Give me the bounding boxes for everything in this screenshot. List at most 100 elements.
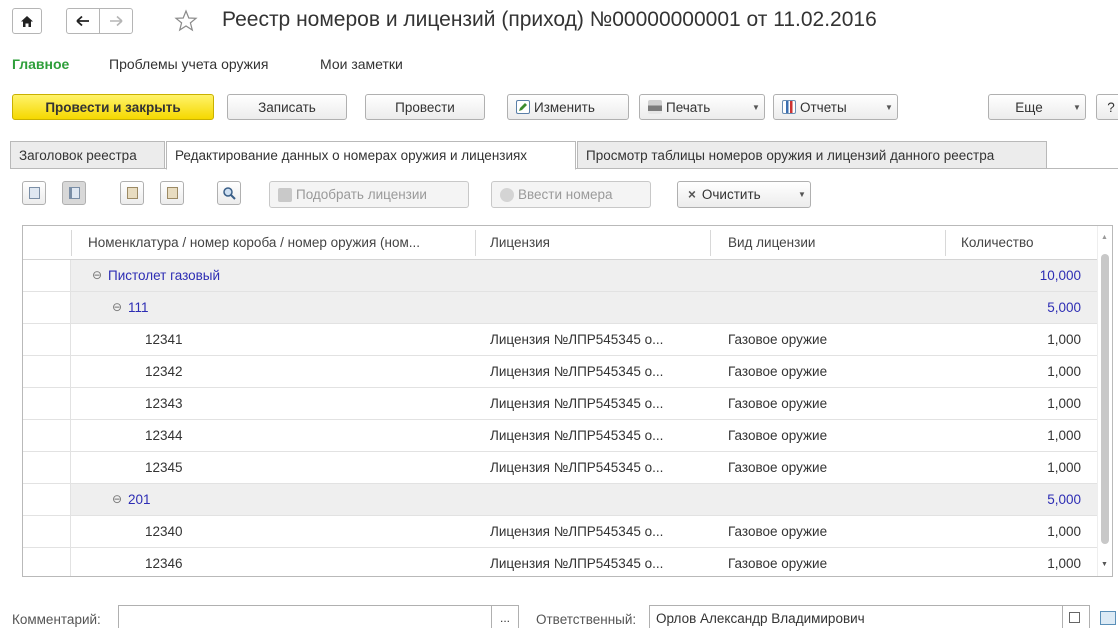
- weapon-number: 12341: [145, 332, 183, 347]
- home-icon: [21, 15, 33, 27]
- quantity-cell: 5,000: [1047, 492, 1081, 507]
- help-button[interactable]: ?: [1096, 94, 1118, 120]
- nav-my-notes[interactable]: Мои заметки: [320, 56, 403, 72]
- pick-licenses-button[interactable]: Подобрать лицензии: [269, 181, 469, 208]
- view-tree-button[interactable]: [62, 181, 86, 205]
- reports-button[interactable]: Отчеты ▼: [773, 94, 898, 120]
- print-button[interactable]: Печать ▼: [639, 94, 765, 120]
- column-header-license-type[interactable]: Вид лицензии: [728, 226, 928, 260]
- clear-button[interactable]: × Очистить ▼: [677, 181, 811, 208]
- view-list-button[interactable]: [22, 181, 46, 205]
- forward-arrow-icon: [110, 15, 123, 27]
- group-row[interactable]: ⊖ 111 5,000: [23, 292, 1098, 324]
- quantity-cell: 10,000: [1039, 268, 1081, 283]
- tab-label: Редактирование данных о номерах оружия и…: [175, 148, 528, 163]
- back-arrow-icon: [76, 15, 89, 27]
- page-title: Реестр номеров и лицензий (приход) №0000…: [222, 8, 877, 31]
- license-cell: [490, 260, 705, 291]
- table-row[interactable]: 12344 Лицензия №ЛПР545345 о... Газовое ору…: [23, 420, 1098, 452]
- license-cell: Лицензия №ЛПР545345 о...: [490, 332, 664, 347]
- nav-main[interactable]: Главное: [12, 56, 69, 72]
- collapse-toggle-icon[interactable]: ⊖: [112, 484, 122, 515]
- comment-history-icon[interactable]: [1100, 611, 1116, 625]
- scroll-down-icon[interactable]: ▼: [1101, 561, 1108, 568]
- report-chart-icon: [782, 100, 796, 114]
- group-name: Пистолет газовый: [108, 268, 221, 283]
- table-row[interactable]: 12345 Лицензия №ЛПР545345 о... Газовое ору…: [23, 452, 1098, 484]
- group-row[interactable]: ⊖ Пистолет газовый 10,000: [23, 260, 1098, 292]
- save-button[interactable]: Записать: [227, 94, 347, 120]
- favorite-star-button[interactable]: [174, 9, 198, 33]
- chevron-down-icon: ▼: [1073, 102, 1081, 112]
- post-button[interactable]: Провести: [365, 94, 485, 120]
- table-row[interactable]: 12343 Лицензия №ЛПР545345 о... Газовое ору…: [23, 388, 1098, 420]
- row-marker-cell: [23, 420, 71, 451]
- collapse-all-button[interactable]: [160, 181, 184, 205]
- column-header-quantity[interactable]: Количество: [961, 226, 1081, 260]
- column-header-nomenclature[interactable]: Номенклатура / номер короба / номер оруж…: [88, 226, 488, 260]
- table-row[interactable]: 12341 Лицензия №ЛПР545345 о... Газовое ору…: [23, 324, 1098, 356]
- quantity-cell: 1,000: [1047, 556, 1081, 571]
- table-row[interactable]: 12346 Лицензия №ЛПР545345 о... Газовое ору…: [23, 548, 1098, 576]
- post-label: Провести: [395, 99, 455, 115]
- group-name: 201: [128, 492, 151, 507]
- collapse-toggle-icon[interactable]: ⊖: [112, 292, 122, 323]
- tree-view-icon: [68, 187, 80, 199]
- row-marker-cell: [23, 388, 71, 419]
- vertical-scrollbar[interactable]: ▲ ▼: [1097, 226, 1112, 576]
- row-marker-cell: [23, 484, 71, 515]
- column-header-license[interactable]: Лицензия: [490, 226, 690, 260]
- magnifier-icon: [223, 187, 236, 200]
- license-type-cell: Газовое оружие: [728, 428, 828, 443]
- license-type-cell: Газовое оружие: [728, 556, 828, 571]
- tab-edit-numbers-licenses[interactable]: Редактирование данных о номерах оружия и…: [166, 141, 576, 170]
- license-cell: Лицензия №ЛПР545345 о...: [490, 460, 664, 475]
- quantity-cell: 5,000: [1047, 300, 1081, 315]
- collapse-toggle-icon[interactable]: ⊖: [92, 260, 102, 291]
- scrollbar-thumb[interactable]: [1101, 254, 1109, 544]
- responsible-open-button[interactable]: [1062, 605, 1090, 628]
- table-row[interactable]: 12340 Лицензия №ЛПР545345 о... Газовое ору…: [23, 516, 1098, 548]
- group-row[interactable]: ⊖ 201 5,000: [23, 484, 1098, 516]
- star-icon: [174, 9, 198, 32]
- table-row[interactable]: 12342 Лицензия №ЛПР545345 о... Газовое ору…: [23, 356, 1098, 388]
- clear-x-icon: ×: [688, 187, 696, 202]
- document-icon: [278, 187, 292, 202]
- reports-label: Отчеты: [800, 99, 847, 115]
- chevron-down-icon: ▼: [885, 102, 893, 112]
- license-type-cell: Газовое оружие: [728, 364, 828, 379]
- post-and-close-button[interactable]: Провести и закрыть: [12, 94, 214, 120]
- scroll-up-icon[interactable]: ▲: [1101, 234, 1108, 241]
- row-marker-cell: [23, 452, 71, 483]
- license-cell: Лицензия №ЛПР545345 о...: [490, 364, 664, 379]
- tab-view-numbers-licenses-table[interactable]: Просмотр таблицы номеров оружия и лиценз…: [577, 141, 1047, 169]
- comment-field[interactable]: [118, 605, 492, 628]
- more-button[interactable]: Еще ▼: [988, 94, 1086, 120]
- clear-label: Очистить: [701, 187, 761, 202]
- enter-numbers-button[interactable]: Ввести номера: [491, 181, 651, 208]
- license-cell: Лицензия №ЛПР545345 о...: [490, 524, 664, 539]
- license-cell: Лицензия №ЛПР545345 о...: [490, 428, 664, 443]
- column-separator: [710, 230, 711, 256]
- comment-select-button[interactable]: ...: [491, 605, 519, 628]
- magic-wand-icon: [500, 187, 514, 202]
- license-type-cell: Газовое оружие: [728, 396, 828, 411]
- edit-button[interactable]: Изменить: [507, 94, 629, 120]
- responsible-label: Ответственный:: [536, 612, 637, 627]
- pencil-icon: [516, 100, 530, 114]
- responsible-field[interactable]: Орлов Александр Владимирович: [649, 605, 1063, 628]
- forward-button[interactable]: [99, 8, 133, 34]
- row-marker-cell: [23, 548, 71, 576]
- row-marker-cell: [23, 356, 71, 387]
- search-button[interactable]: [217, 181, 241, 205]
- row-marker-cell: [23, 292, 71, 323]
- tab-registry-header[interactable]: Заголовок реестра: [10, 141, 165, 169]
- expand-all-button[interactable]: [120, 181, 144, 205]
- collapse-icon: [166, 187, 178, 199]
- weapon-number: 12343: [145, 396, 183, 411]
- back-button[interactable]: [66, 8, 100, 34]
- chevron-down-icon: ▼: [798, 190, 806, 199]
- home-button[interactable]: [12, 8, 42, 34]
- nav-weapon-accounting-issues[interactable]: Проблемы учета оружия: [109, 56, 268, 72]
- numbers-licenses-table[interactable]: Номенклатура / номер короба / номер оруж…: [22, 225, 1113, 577]
